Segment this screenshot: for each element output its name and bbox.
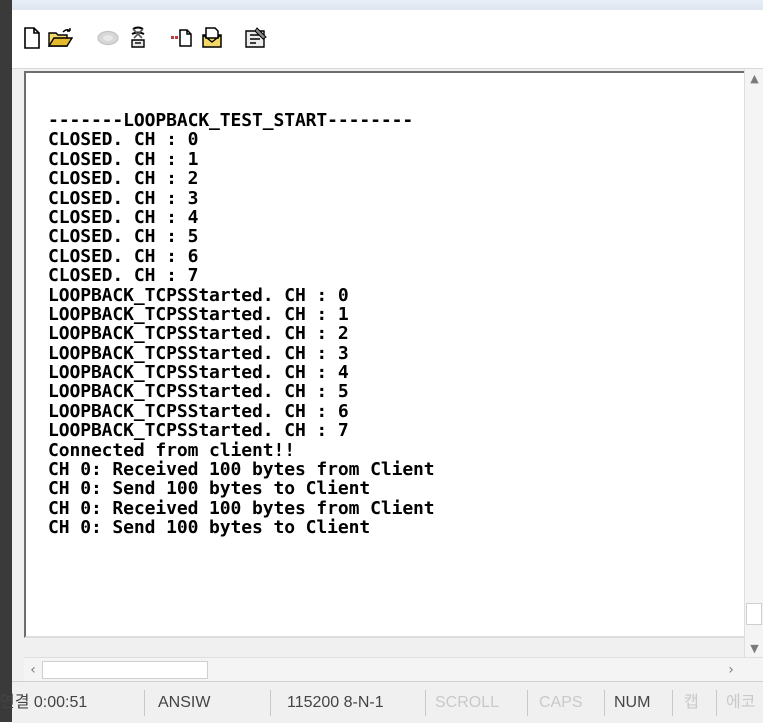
status-echo: 에코 (726, 694, 756, 711)
receive-icon[interactable] (198, 24, 226, 52)
status-divider (270, 690, 271, 716)
terminal-output[interactable]: -------LOOPBACK_TEST_START-------- CLOSED… (24, 71, 744, 638)
horizontal-scroll-thumb[interactable] (42, 661, 208, 679)
terminal-line: CLOSED. CH : 5 (48, 226, 199, 248)
terminal-lines: -------LOOPBACK_TEST_START-------- CLOSED… (48, 111, 435, 538)
disconnect-phone-icon (94, 24, 122, 52)
window-top-edge (0, 0, 763, 10)
scroll-left-icon[interactable]: ‹ (24, 661, 42, 679)
send-icon[interactable] (168, 24, 196, 52)
scroll-right-icon[interactable]: › (722, 661, 740, 679)
hangup-icon[interactable] (124, 24, 152, 52)
status-divider (672, 690, 673, 716)
terminal-line: LOOPBACK_TCPSStarted. CH : 6 (48, 400, 349, 422)
scroll-down-icon[interactable]: ▼ (745, 639, 763, 657)
terminal-line: CLOSED. CH : 2 (48, 168, 199, 190)
terminal-line: Connected from client!! (48, 439, 295, 461)
status-scroll-lock: SCROLL (435, 694, 500, 711)
open-folder-icon[interactable] (46, 24, 74, 52)
terminal-line: LOOPBACK_TCPSStarted. CH : 1 (48, 303, 349, 325)
terminal-line: CH 0: Send 100 bytes to Client (48, 517, 371, 539)
terminal-line: LOOPBACK_TCPSStarted. CH : 7 (48, 420, 349, 442)
status-divider (716, 690, 717, 716)
new-file-icon[interactable] (18, 24, 46, 52)
status-caps-lock: CAPS (539, 694, 583, 711)
status-capture: 캡 (684, 694, 699, 711)
status-divider (527, 690, 528, 716)
terminal-line: LOOPBACK_TCPSStarted. CH : 4 (48, 362, 349, 384)
status-emulation: ANSIW (158, 694, 211, 711)
terminal-line: CH 0: Send 100 bytes to Client (48, 478, 371, 500)
terminal-line: LOOPBACK_TCPSStarted. CH : 3 (48, 342, 349, 364)
terminal-line: CH 0: Received 100 bytes from Client (48, 497, 435, 519)
status-bar: 연결 0:00:51 ANSIW 115200 8-N-1 SCROLL CAP… (0, 681, 763, 723)
terminal-line: CLOSED. CH : 7 (48, 265, 199, 287)
terminal-line: CLOSED. CH : 4 (48, 206, 199, 228)
vertical-scroll-thumb[interactable] (746, 603, 762, 625)
toolbar (12, 10, 763, 69)
terminal-line: LOOPBACK_TCPSStarted. CH : 5 (48, 381, 349, 403)
properties-icon[interactable] (242, 24, 270, 52)
terminal-line: LOOPBACK_TCPSStarted. CH : 2 (48, 323, 349, 345)
terminal-line: CLOSED. CH : 0 (48, 129, 199, 151)
window-left-edge (0, 0, 12, 722)
status-port-settings: 115200 8-N-1 (287, 694, 384, 711)
horizontal-scrollbar[interactable]: ‹ › (24, 657, 763, 682)
terminal-line: CH 0: Received 100 bytes from Client (48, 459, 435, 481)
status-divider (144, 690, 145, 716)
status-divider (425, 690, 426, 716)
terminal-line: CLOSED. CH : 1 (48, 148, 199, 170)
scroll-up-icon[interactable]: ▲ (745, 69, 763, 87)
status-divider (604, 690, 605, 716)
terminal-line: CLOSED. CH : 6 (48, 245, 199, 267)
status-connection-time: 연결 0:00:51 (0, 694, 88, 711)
terminal-line: LOOPBACK_TCPSStarted. CH : 0 (48, 284, 349, 306)
status-num-lock: NUM (614, 694, 651, 711)
terminal-line: -------LOOPBACK_TEST_START-------- (48, 110, 414, 131)
terminal-line: CLOSED. CH : 3 (48, 187, 199, 209)
vertical-scrollbar[interactable]: ▲ ▼ (744, 69, 763, 657)
